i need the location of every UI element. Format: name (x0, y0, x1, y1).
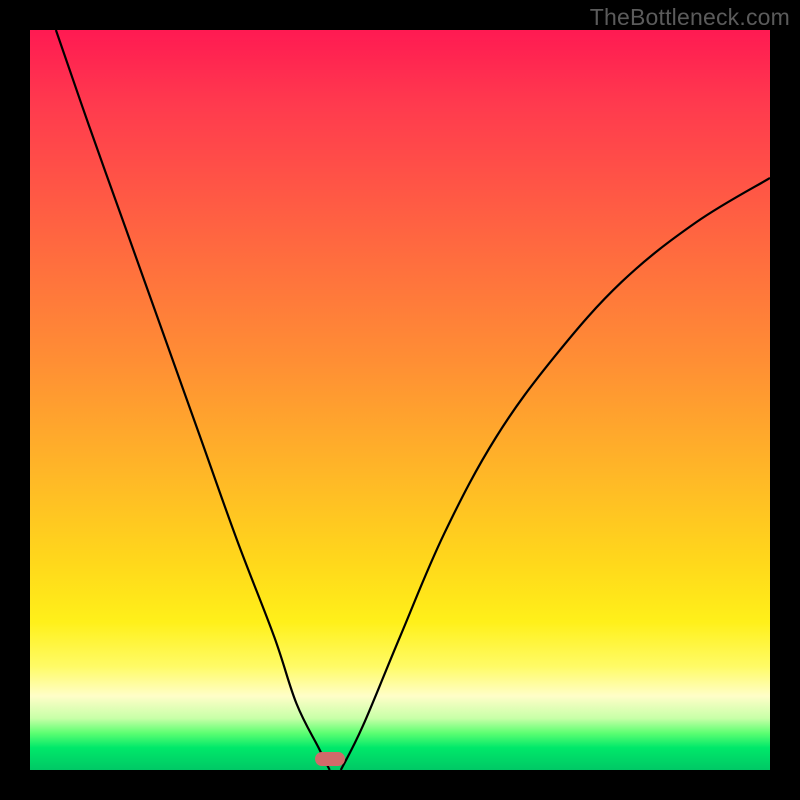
plot-area (30, 30, 770, 770)
right-branch-curve (341, 178, 770, 770)
curve-layer (30, 30, 770, 770)
watermark-text: TheBottleneck.com (590, 4, 790, 31)
chart-frame: TheBottleneck.com (0, 0, 800, 800)
left-branch-curve (56, 30, 330, 770)
minimum-marker (315, 752, 345, 766)
